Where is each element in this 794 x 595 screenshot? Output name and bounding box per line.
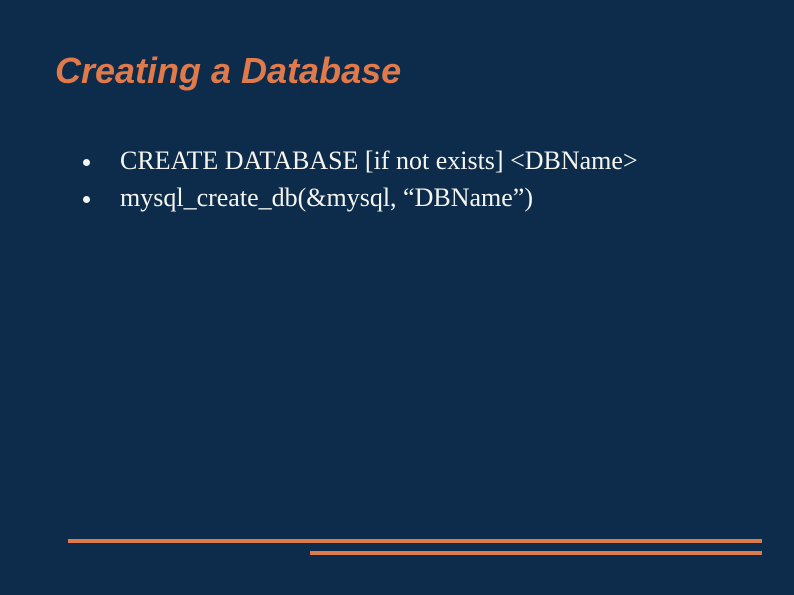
divider-line-top xyxy=(68,539,762,543)
slide: Creating a Database CREATE DATABASE [if … xyxy=(0,0,794,595)
list-item: mysql_create_db(&mysql, “DBName”) xyxy=(75,182,744,215)
slide-content: CREATE DATABASE [if not exists] <DBName>… xyxy=(75,145,744,218)
bullet-list: CREATE DATABASE [if not exists] <DBName>… xyxy=(75,145,744,214)
list-item: CREATE DATABASE [if not exists] <DBName> xyxy=(75,145,744,178)
slide-title: Creating a Database xyxy=(55,50,401,92)
divider-line-bottom xyxy=(310,551,762,555)
